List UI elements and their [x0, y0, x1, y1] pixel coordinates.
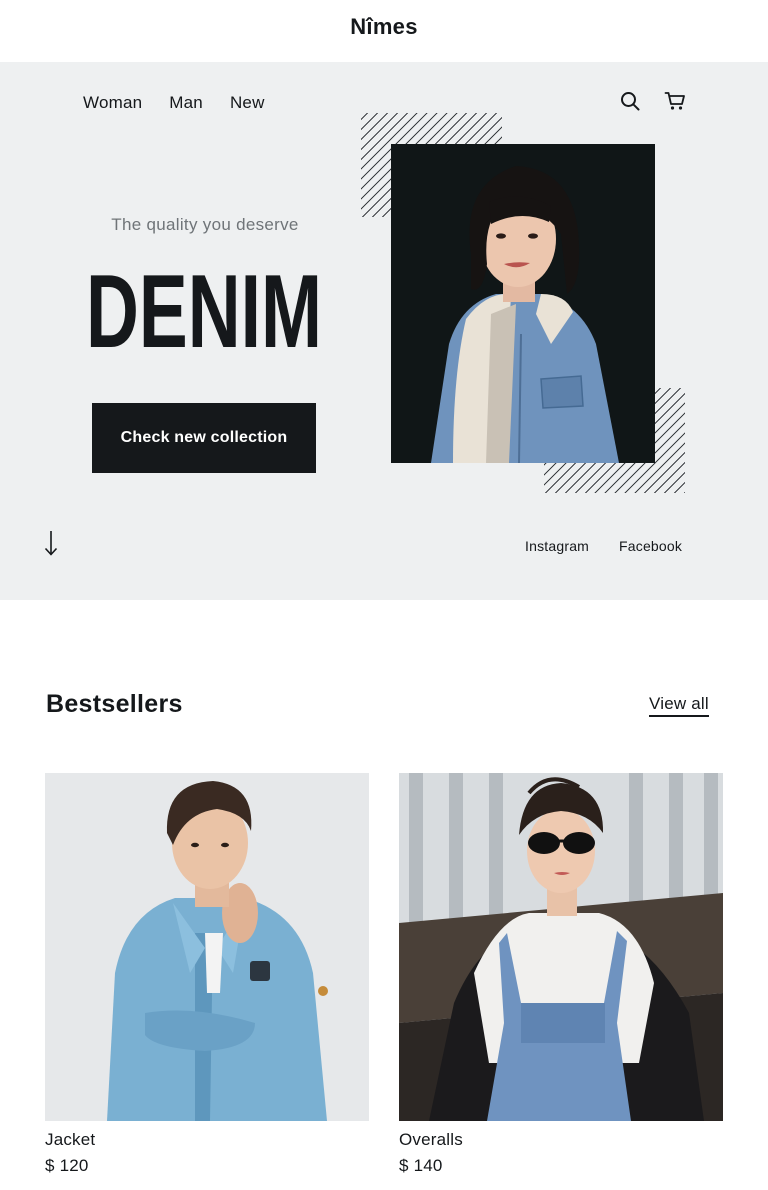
hero-model-photo: [391, 144, 655, 463]
bestsellers-title: Bestsellers: [46, 690, 183, 718]
facebook-link[interactable]: Facebook: [619, 538, 682, 554]
site-header: Nîmes: [0, 0, 768, 62]
product-price: $ 120: [45, 1156, 89, 1175]
arrow-down-icon: [44, 531, 58, 556]
hero-tagline: The quality you deserve: [111, 215, 299, 234]
hero-section: Woman Man New The quality you deserve DE…: [0, 62, 768, 600]
search-icon: [621, 92, 640, 111]
product-price: $ 140: [399, 1156, 443, 1175]
cart-icon: [664, 92, 685, 110]
svg-text:DENIM: DENIM: [86, 259, 322, 355]
product-image-overalls[interactable]: [399, 773, 723, 1121]
product-name[interactable]: Jacket: [45, 1130, 369, 1150]
scroll-down-button[interactable]: [40, 528, 62, 558]
instagram-link[interactable]: Instagram: [525, 538, 589, 554]
main-nav: Woman Man New: [83, 93, 265, 113]
nav-item-woman[interactable]: Woman: [83, 93, 142, 113]
hero-headline: DENIM: [86, 259, 322, 355]
product-card-jacket[interactable]: Jacket $ 120: [45, 773, 369, 1176]
product-card-overalls[interactable]: Overalls $ 140: [399, 773, 723, 1176]
cart-button[interactable]: [664, 90, 686, 112]
view-all-link[interactable]: View all: [649, 694, 709, 717]
nav-item-man[interactable]: Man: [169, 93, 203, 113]
check-collection-button[interactable]: Check new collection: [92, 403, 316, 473]
product-image-jacket[interactable]: [45, 773, 369, 1121]
search-button[interactable]: [619, 90, 641, 112]
brand-logo[interactable]: Nîmes: [0, 14, 768, 40]
nav-item-new[interactable]: New: [230, 93, 265, 113]
product-name[interactable]: Overalls: [399, 1130, 723, 1150]
